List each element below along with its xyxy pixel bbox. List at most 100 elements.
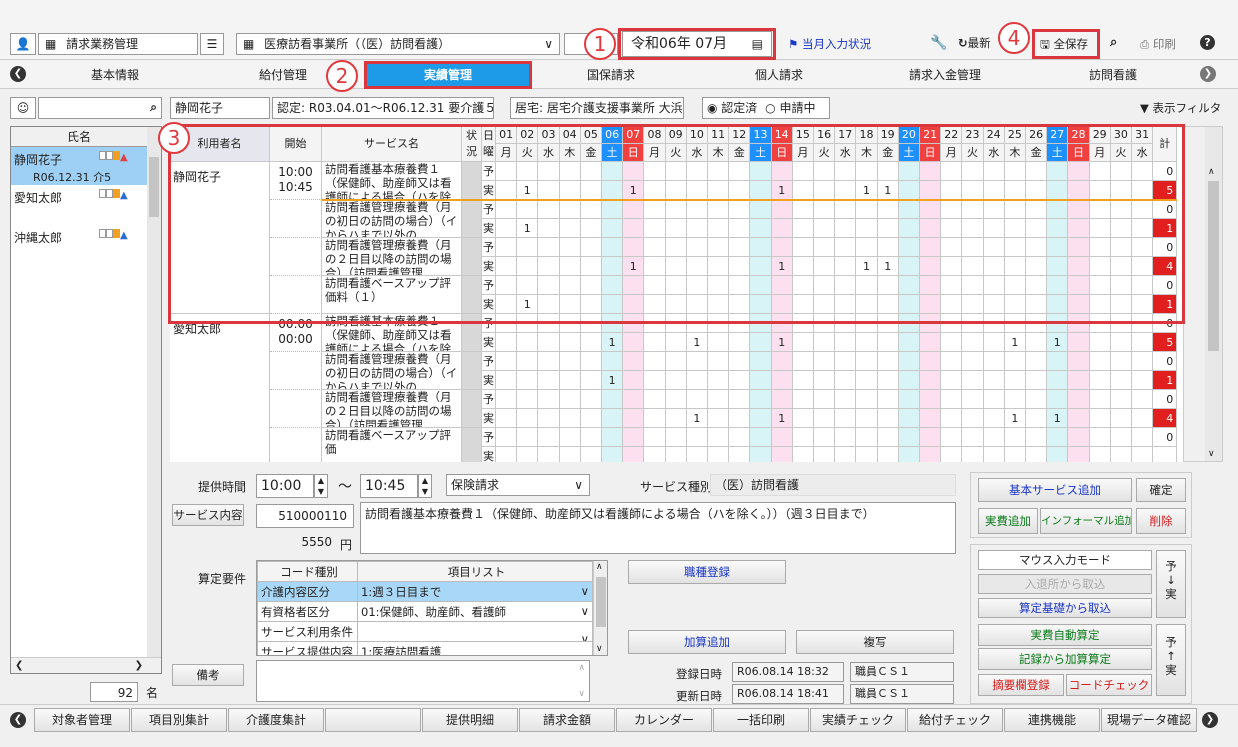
day-cell[interactable] <box>941 200 963 219</box>
service-name-cell[interactable]: 訪問看護基本療養費１（保健師、助産師又は看護師による場合（ハを除く <box>322 314 462 352</box>
bottom-button-3[interactable] <box>325 708 421 732</box>
day-cell[interactable] <box>1068 200 1090 219</box>
day-cell[interactable] <box>1004 314 1026 333</box>
day-cell[interactable] <box>1132 409 1154 428</box>
day-cell[interactable] <box>792 371 814 390</box>
day-cell[interactable] <box>1004 181 1026 200</box>
auto-cost-calc-button[interactable]: 実費自動算定 <box>978 624 1152 646</box>
day-cell[interactable] <box>835 238 857 257</box>
status-cell[interactable] <box>462 428 482 462</box>
day-cell[interactable] <box>941 409 963 428</box>
day-cell[interactable] <box>1132 447 1154 462</box>
day-cell[interactable] <box>1132 295 1154 314</box>
day-cell[interactable] <box>496 447 518 462</box>
day-cell[interactable] <box>665 447 687 462</box>
day-cell[interactable] <box>856 238 878 257</box>
day-cell[interactable] <box>941 428 963 447</box>
day-cell[interactable] <box>708 238 730 257</box>
day-cell[interactable] <box>686 390 708 409</box>
day-cell[interactable] <box>580 352 602 371</box>
day-cell[interactable] <box>962 162 984 181</box>
day-cell[interactable] <box>496 390 518 409</box>
day-cell[interactable] <box>1068 428 1090 447</box>
day-cell[interactable] <box>1004 162 1026 181</box>
day-cell[interactable] <box>1026 276 1048 295</box>
day-cell[interactable] <box>1089 371 1111 390</box>
day-cell[interactable] <box>686 276 708 295</box>
day-cell[interactable]: 1 <box>771 333 793 352</box>
day-cell[interactable] <box>983 352 1005 371</box>
time-to-input[interactable]: 10:45 <box>360 474 418 498</box>
day-cell[interactable] <box>814 257 836 276</box>
day-cell[interactable] <box>962 295 984 314</box>
day-cell[interactable] <box>729 390 751 409</box>
day-cell[interactable] <box>686 295 708 314</box>
day-cell[interactable] <box>835 390 857 409</box>
day-cell[interactable] <box>1047 238 1069 257</box>
day-cell[interactable] <box>1132 428 1154 447</box>
requirements-scrollbar[interactable]: ∧ ∨ <box>593 561 607 655</box>
day-cell[interactable] <box>814 295 836 314</box>
day-cell[interactable] <box>686 162 708 181</box>
day-cell[interactable] <box>623 371 645 390</box>
day-cell[interactable] <box>1110 314 1132 333</box>
day-cell[interactable] <box>750 238 772 257</box>
day-cell[interactable] <box>665 162 687 181</box>
day-cell[interactable] <box>644 390 666 409</box>
day-cell[interactable] <box>538 219 560 238</box>
service-name-cell[interactable]: 訪問看護ベースアップ評価料（１） <box>322 276 462 314</box>
day-cell[interactable]: 1 <box>686 333 708 352</box>
day-cell[interactable]: 1 <box>1004 409 1026 428</box>
day-cell[interactable] <box>962 333 984 352</box>
day-cell[interactable] <box>729 333 751 352</box>
status-cell[interactable] <box>462 352 482 390</box>
day-cell[interactable] <box>686 428 708 447</box>
day-cell[interactable] <box>856 428 878 447</box>
day-cell[interactable] <box>665 238 687 257</box>
day-cell[interactable] <box>856 314 878 333</box>
day-cell[interactable] <box>708 409 730 428</box>
day-cell[interactable] <box>898 219 920 238</box>
day-cell[interactable] <box>750 428 772 447</box>
day-cell[interactable] <box>644 314 666 333</box>
day-cell[interactable] <box>1110 352 1132 371</box>
day-cell[interactable] <box>750 200 772 219</box>
day-cell[interactable] <box>644 257 666 276</box>
scroll-up-icon[interactable]: ∧ <box>596 562 603 572</box>
day-cell[interactable] <box>538 428 560 447</box>
day-cell[interactable] <box>1110 219 1132 238</box>
day-cell[interactable] <box>983 333 1005 352</box>
day-cell[interactable] <box>708 200 730 219</box>
day-cell[interactable] <box>1068 238 1090 257</box>
day-cell[interactable] <box>538 333 560 352</box>
day-cell[interactable] <box>920 238 942 257</box>
day-cell[interactable] <box>1004 200 1026 219</box>
wrench-icon[interactable]: 🔧 <box>930 35 947 51</box>
day-cell[interactable] <box>814 352 836 371</box>
code-check-button[interactable]: コードチェック <box>1066 674 1152 696</box>
tab-national-claim[interactable]: 国保請求 <box>556 63 666 87</box>
day-cell[interactable] <box>1047 428 1069 447</box>
certified-radio[interactable]: ◉ 認定済 <box>707 101 757 115</box>
day-cell[interactable] <box>983 219 1005 238</box>
day-cell[interactable] <box>941 390 963 409</box>
day-cell[interactable] <box>496 257 518 276</box>
req-value-select[interactable]: 01:保健師、助産師、看護師 ∨ <box>357 601 593 622</box>
bottom-button-0[interactable]: 対象者管理 <box>34 708 130 732</box>
day-cell[interactable] <box>941 219 963 238</box>
day-cell[interactable] <box>835 333 857 352</box>
service-name-cell[interactable]: 訪問看護基本療養費１（保健師、助産師又は看護師による場合（ハを除く <box>322 162 462 200</box>
day-cell[interactable] <box>729 219 751 238</box>
day-cell[interactable] <box>708 162 730 181</box>
bottom-button-5[interactable]: 請求金額 <box>519 708 615 732</box>
day-cell[interactable] <box>538 371 560 390</box>
day-cell[interactable] <box>1026 295 1048 314</box>
day-cell[interactable] <box>898 333 920 352</box>
day-cell[interactable] <box>708 333 730 352</box>
day-cell[interactable] <box>750 257 772 276</box>
day-cell[interactable] <box>835 276 857 295</box>
status-cell[interactable] <box>462 238 482 276</box>
status-cell[interactable] <box>462 390 482 428</box>
day-cell[interactable] <box>750 352 772 371</box>
req-value-select[interactable]: ∨ <box>357 621 593 642</box>
